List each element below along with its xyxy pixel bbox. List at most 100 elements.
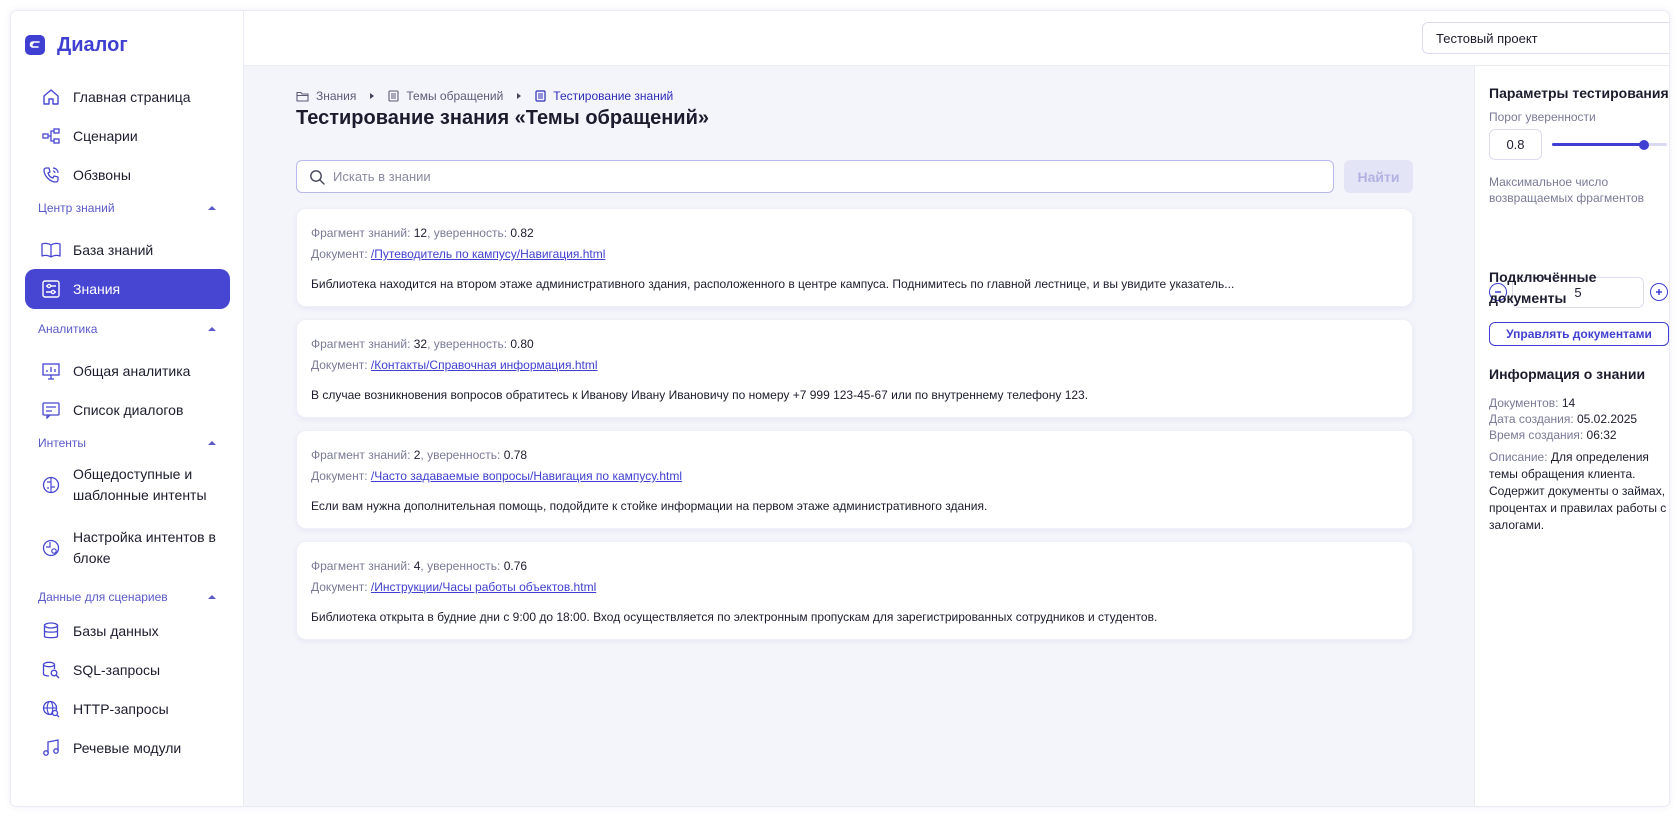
test-params-panel: Параметры тестирования Порог уверенности…: [1474, 66, 1669, 806]
document-link[interactable]: /Контакты/Справочная информация.html: [371, 358, 598, 372]
fragment-number: 32: [413, 337, 428, 351]
presentation-chart-icon: [41, 361, 61, 381]
confidence-value: 0.80: [510, 337, 534, 351]
fragment-text: В случае возникновения вопросов обратите…: [311, 388, 1089, 402]
logo-icon: [25, 35, 45, 55]
chevron-right-icon: [517, 93, 522, 99]
confidence-value: 0.82: [510, 226, 534, 240]
main-content: Знания Темы обращений Тестирование знани…: [244, 66, 1474, 806]
section-scenario-data[interactable]: Данные для сценариев: [38, 589, 216, 605]
find-button[interactable]: Найти: [1344, 160, 1413, 193]
document-link[interactable]: /Часто задаваемые вопросы/Навигация по к…: [371, 469, 682, 483]
section-analytics[interactable]: Аналитика: [38, 321, 216, 337]
sidebar-item-http[interactable]: HTTP-запросы: [25, 689, 230, 729]
info-value: 06:32: [1586, 428, 1617, 442]
search-input[interactable]: [333, 169, 1313, 184]
home-icon: [41, 87, 61, 107]
fragment-meta: Фрагмент знаний: 4, уверенность: 0.76: [311, 556, 1398, 577]
sidebar-item-sql[interactable]: SQL-запросы: [25, 650, 230, 690]
connected-docs-title: Подключённые документы: [1489, 269, 1597, 306]
info-created-time: Время создания: 06:32: [1489, 427, 1617, 444]
info-created-date: Дата создания: 05.02.2025: [1489, 411, 1637, 428]
info-label: Описание:: [1489, 450, 1551, 464]
fragment-label: Фрагмент знаний:: [311, 448, 414, 462]
sidebar-item-label: HTTP-запросы: [73, 700, 169, 717]
fragment-label: Фрагмент знаний:: [311, 559, 414, 573]
document-label: Документ:: [311, 580, 371, 594]
confidence-label: , уверенность:: [427, 226, 511, 240]
plus-icon: [1656, 289, 1662, 295]
sidebar-item-label: Общая аналитика: [73, 362, 191, 379]
chevron-right-icon: [370, 93, 375, 99]
section-intents[interactable]: Интенты: [38, 435, 216, 451]
confidence-label: , уверенность:: [420, 559, 504, 573]
document-link[interactable]: /Инструкции/Часы работы объектов.html: [371, 580, 596, 594]
dialog-list-icon: [41, 400, 61, 420]
document-row: Документ: /Часто задаваемые вопросы/Нави…: [311, 466, 1398, 487]
breadcrumb-item[interactable]: Знания: [296, 89, 356, 103]
sidebar-item-analytics[interactable]: Общая аналитика: [25, 351, 230, 391]
sidebar-item-label: Речевые модули: [73, 739, 182, 756]
fragment-meta: Фрагмент знаний: 12, уверенность: 0.82: [311, 223, 1398, 244]
increment-button[interactable]: [1650, 283, 1668, 301]
document-row: Документ: /Инструкции/Часы работы объект…: [311, 577, 1398, 598]
topbar: Тестовый проект: [244, 11, 1669, 66]
document-label: Документ:: [311, 358, 371, 372]
chevron-up-icon: [208, 441, 216, 445]
sidebar-item-knowledge[interactable]: Знания: [25, 269, 230, 309]
document-link[interactable]: /Путеводитель по кампусу/Навигация.html: [371, 247, 606, 261]
manage-documents-button[interactable]: Управлять документами: [1489, 322, 1669, 346]
sidebar-item-label: Список диалогов: [73, 401, 184, 418]
sidebar-item-label: SQL-запросы: [73, 661, 161, 678]
sidebar-item-label: Общедоступные и шаблонные интенты: [73, 466, 207, 503]
sidebar: Диалог Главная страница Сценарии Обзвоны…: [11, 11, 244, 806]
project-select[interactable]: Тестовый проект: [1422, 22, 1669, 54]
sidebar-item-dialogs[interactable]: Список диалогов: [25, 390, 230, 430]
flow-icon: [41, 126, 61, 146]
app-window: Диалог Главная страница Сценарии Обзвоны…: [10, 10, 1670, 807]
chevron-up-icon: [208, 595, 216, 599]
confidence-value: 0.78: [503, 448, 528, 462]
sidebar-item-knowledge-base[interactable]: База знаний: [25, 230, 230, 270]
sidebar-item-home[interactable]: Главная страница: [25, 77, 230, 117]
fragment-label: Фрагмент знаний:: [311, 226, 414, 240]
sidebar-item-public-intents[interactable]: Общедоступные и шаблонные интенты: [25, 457, 230, 513]
info-title: Информация о знании: [1489, 366, 1646, 382]
phone-icon: [41, 165, 61, 185]
section-title: Аналитика: [38, 322, 98, 336]
folder-icon: [296, 91, 309, 102]
project-select-value: Тестовый проект: [1436, 30, 1538, 46]
database-icon: [41, 621, 61, 641]
sidebar-item-scenarios[interactable]: Сценарии: [25, 116, 230, 156]
section-title: Интенты: [38, 436, 87, 450]
breadcrumb: Знания Темы обращений Тестирование знани…: [296, 89, 673, 103]
breadcrumb-label: Знания: [316, 89, 357, 103]
threshold-input[interactable]: 0.8: [1489, 129, 1542, 160]
info-documents: Документов: 14: [1489, 395, 1575, 412]
threshold-label: Порог уверенности: [1489, 110, 1596, 124]
section-title: Данные для сценариев: [38, 590, 168, 604]
brain-icon: [41, 475, 61, 495]
fragment-meta: Фрагмент знаний: 2, уверенность: 0.78: [311, 445, 1398, 466]
fragment-label: Фрагмент знаний:: [311, 337, 414, 351]
max-fragments-label: Максимальное число возвращаемых фрагмент…: [1489, 175, 1644, 205]
sidebar-item-databases[interactable]: Базы данных: [25, 611, 230, 651]
section-knowledge-center[interactable]: Центр знаний: [38, 200, 216, 216]
sidebar-item-block-intents[interactable]: Настройка интентов в блоке: [25, 520, 230, 576]
breadcrumb-item-current: Тестирование знаний: [535, 89, 673, 103]
sidebar-item-label: Сценарии: [73, 127, 138, 144]
sidebar-item-calls[interactable]: Обзвоны: [25, 155, 230, 195]
result-card: Фрагмент знаний: 2, уверенность: 0.78 До…: [296, 430, 1413, 529]
search-box: [296, 160, 1334, 193]
slider-fill: [1552, 143, 1644, 146]
slider-thumb[interactable]: [1639, 140, 1649, 150]
document-label: Документ:: [311, 469, 371, 483]
threshold-slider[interactable]: [1552, 137, 1667, 153]
confidence-label: , уверенность:: [427, 337, 511, 351]
settings-sliders-icon: [41, 279, 61, 299]
info-label: Дата создания:: [1489, 412, 1577, 426]
result-card: Фрагмент знаний: 12, уверенность: 0.82 Д…: [296, 208, 1413, 307]
sidebar-item-speech[interactable]: Речевые модули: [25, 728, 230, 768]
breadcrumb-item[interactable]: Темы обращений: [388, 89, 503, 103]
logo[interactable]: Диалог: [25, 33, 128, 57]
